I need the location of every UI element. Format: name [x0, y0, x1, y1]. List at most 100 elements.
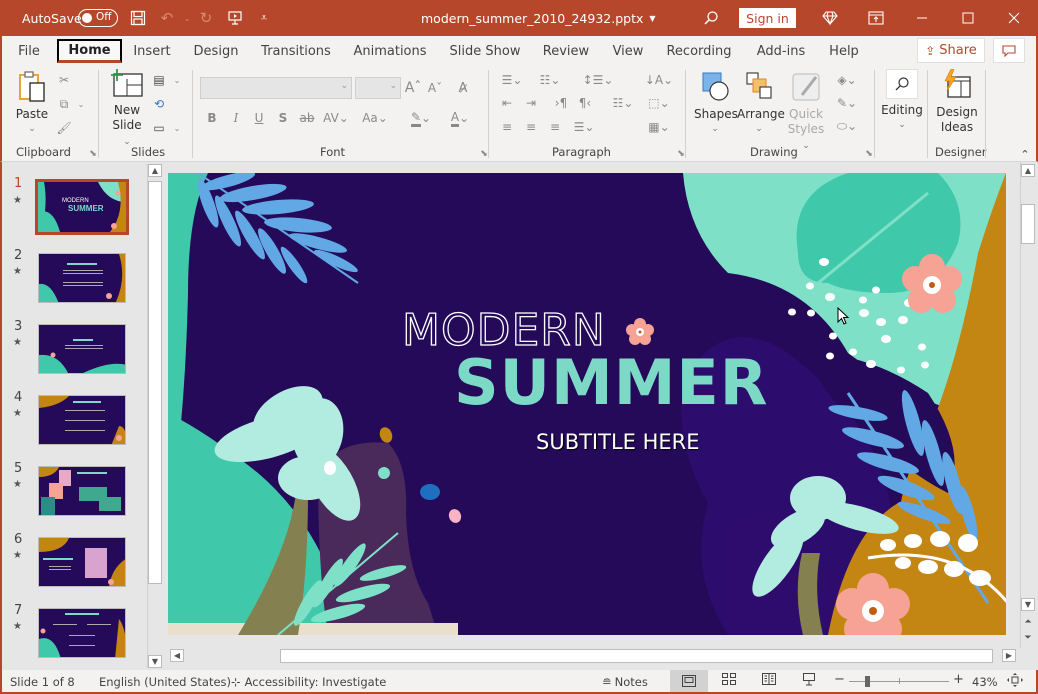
- new-slide-button[interactable]: New Slide ⌄: [108, 69, 146, 150]
- slide-horizontal-scrollbar[interactable]: ◀ ▶: [168, 648, 1018, 664]
- decrease-font-size-icon[interactable]: Aˇ: [426, 79, 444, 97]
- slide-thumbnail-4[interactable]: [38, 395, 126, 445]
- layout-dropdown-icon[interactable]: ⌄: [168, 71, 186, 89]
- reading-view-button[interactable]: [762, 673, 776, 688]
- bullets-icon[interactable]: ☰⌄: [498, 71, 526, 89]
- slide-subtitle[interactable]: SUBTITLE HERE: [536, 429, 700, 455]
- numbering-icon[interactable]: ☷⌄: [536, 71, 564, 89]
- zoom-level[interactable]: 43%: [972, 675, 998, 689]
- change-case-icon[interactable]: Aa⌄: [360, 109, 390, 127]
- text-shadow-icon[interactable]: S: [274, 109, 292, 127]
- shapes-button[interactable]: Shapes ⌄: [694, 71, 738, 137]
- slide-thumbnail-1[interactable]: MODERN SUMMER: [35, 179, 129, 235]
- undo-dropdown-icon[interactable]: ⌄: [177, 8, 197, 28]
- slide-vertical-scrollbar[interactable]: ▲ ▼ ⏶ ⏷: [1020, 162, 1035, 648]
- scroll-down-button[interactable]: ▼: [1021, 598, 1035, 611]
- tab-transitions[interactable]: Transitions: [260, 39, 332, 63]
- font-color-icon[interactable]: A ⌄: [445, 109, 475, 127]
- sign-in-button[interactable]: Sign in: [739, 8, 796, 28]
- align-text-icon[interactable]: ⬚⌄: [644, 94, 674, 112]
- rtl-icon[interactable]: ¶‹: [576, 94, 594, 112]
- tab-review[interactable]: Review: [542, 39, 590, 63]
- collapse-ribbon-icon[interactable]: ⌃: [1016, 145, 1034, 163]
- tab-insert[interactable]: Insert: [129, 39, 175, 63]
- cut-icon[interactable]: ✂: [55, 71, 73, 89]
- text-direction-icon[interactable]: ↓A⌄: [644, 71, 674, 89]
- increase-font-size-icon[interactable]: Aˆ: [404, 79, 422, 97]
- copy-icon[interactable]: ⧉: [55, 95, 73, 113]
- design-ideas-button[interactable]: Design Ideas: [934, 68, 980, 135]
- slide-title-line2[interactable]: SUMMER: [454, 348, 769, 418]
- tab-add-ins[interactable]: Add-ins: [756, 39, 806, 63]
- smartart-icon[interactable]: ▦⌄: [644, 118, 674, 136]
- shape-fill-icon[interactable]: ◈⌄: [832, 71, 862, 89]
- drawing-launcher-icon[interactable]: ⬊: [860, 145, 878, 163]
- character-spacing-icon[interactable]: AV⌄: [322, 109, 350, 127]
- format-painter-icon[interactable]: 🖌: [55, 119, 73, 137]
- editing-button[interactable]: Editing ⌄: [881, 69, 923, 133]
- justify-icon[interactable]: ☰⌄: [570, 118, 598, 136]
- scroll-up-button[interactable]: ▲: [1021, 164, 1035, 177]
- slide-canvas[interactable]: MODERN SUMMER SUBTITLE HERE: [168, 173, 1006, 635]
- align-left-icon[interactable]: ≡: [498, 118, 516, 136]
- scroll-right-button[interactable]: ▶: [1002, 649, 1016, 662]
- diamond-premium-icon[interactable]: [820, 8, 840, 28]
- thumbnail-scrollbar[interactable]: ▲ ▼: [147, 164, 162, 668]
- language-status[interactable]: English (United States): [99, 675, 231, 689]
- clear-formatting-icon[interactable]: A̷: [454, 79, 472, 97]
- align-center-icon[interactable]: ≡: [522, 118, 540, 136]
- line-spacing-icon[interactable]: ↕☰⌄: [582, 71, 614, 89]
- scroll-left-button[interactable]: ◀: [170, 649, 184, 662]
- fit-slide-button[interactable]: [1007, 673, 1023, 690]
- document-title[interactable]: modern_summer_2010_24932.pptx ▼: [421, 0, 656, 36]
- arrange-button[interactable]: Arrange ⌄: [737, 71, 785, 137]
- share-button[interactable]: ⇪ Share: [917, 38, 985, 63]
- clipboard-launcher-icon[interactable]: ⬊: [84, 145, 102, 163]
- tab-help[interactable]: Help: [828, 39, 860, 63]
- save-icon[interactable]: [128, 8, 148, 28]
- section-dropdown-icon[interactable]: ⌄: [168, 119, 186, 137]
- slide-thumbnail-3[interactable]: [38, 324, 126, 374]
- slide-sorter-button[interactable]: [722, 673, 736, 688]
- tab-view[interactable]: View: [610, 39, 646, 63]
- scroll-up-button[interactable]: ▲: [148, 164, 162, 177]
- decrease-indent-icon[interactable]: ⇤: [498, 94, 516, 112]
- notes-button[interactable]: ≘ Notes: [602, 675, 648, 689]
- normal-view-button[interactable]: [670, 670, 708, 692]
- present-from-beginning-icon[interactable]: [225, 8, 245, 28]
- slide-thumbnail-6[interactable]: [38, 537, 126, 587]
- columns-icon[interactable]: ☷⌄: [608, 94, 638, 112]
- scrollbar-thumb[interactable]: [1021, 204, 1035, 244]
- font-launcher-icon[interactable]: ⬊: [475, 145, 493, 163]
- strikethrough-icon[interactable]: ab: [298, 109, 316, 127]
- slide-thumbnail-2[interactable]: [38, 253, 126, 303]
- zoom-out-button[interactable]: −: [834, 672, 845, 687]
- scrollbar-thumb[interactable]: [280, 649, 993, 663]
- layout-icon[interactable]: ▤: [150, 71, 168, 89]
- shape-outline-icon[interactable]: ✎⌄: [832, 94, 862, 112]
- comments-button[interactable]: [993, 38, 1025, 63]
- reset-slide-icon[interactable]: ⟲: [150, 95, 168, 113]
- shape-effects-icon[interactable]: ⬭⌄: [832, 117, 862, 135]
- undo-icon[interactable]: ↶: [157, 8, 177, 28]
- maximize-icon[interactable]: [958, 8, 978, 28]
- italic-icon[interactable]: I: [227, 109, 245, 127]
- slide-thumbnail-5[interactable]: [38, 466, 126, 516]
- tab-recording[interactable]: Recording: [666, 39, 732, 63]
- ltr-icon[interactable]: ›¶: [552, 94, 570, 112]
- scroll-down-button[interactable]: ▼: [148, 655, 162, 668]
- section-icon[interactable]: ▭: [150, 119, 168, 137]
- tab-design[interactable]: Design: [190, 39, 242, 63]
- scrollbar-thumb[interactable]: [148, 181, 162, 584]
- zoom-slider[interactable]: [849, 676, 949, 687]
- zoom-in-button[interactable]: +: [953, 672, 964, 687]
- underline-icon[interactable]: U: [250, 109, 268, 127]
- accessibility-status[interactable]: ⊹ Accessibility: Investigate: [231, 675, 386, 689]
- copy-dropdown-icon[interactable]: ⌄: [72, 95, 90, 113]
- close-icon[interactable]: [1004, 8, 1024, 28]
- autosave-toggle[interactable]: Off: [78, 9, 118, 27]
- quick-styles-button[interactable]: Quick Styles ⌄: [784, 71, 828, 154]
- search-icon[interactable]: [701, 8, 721, 28]
- paragraph-launcher-icon[interactable]: ⬊: [672, 145, 690, 163]
- increase-indent-icon[interactable]: ⇥: [522, 94, 540, 112]
